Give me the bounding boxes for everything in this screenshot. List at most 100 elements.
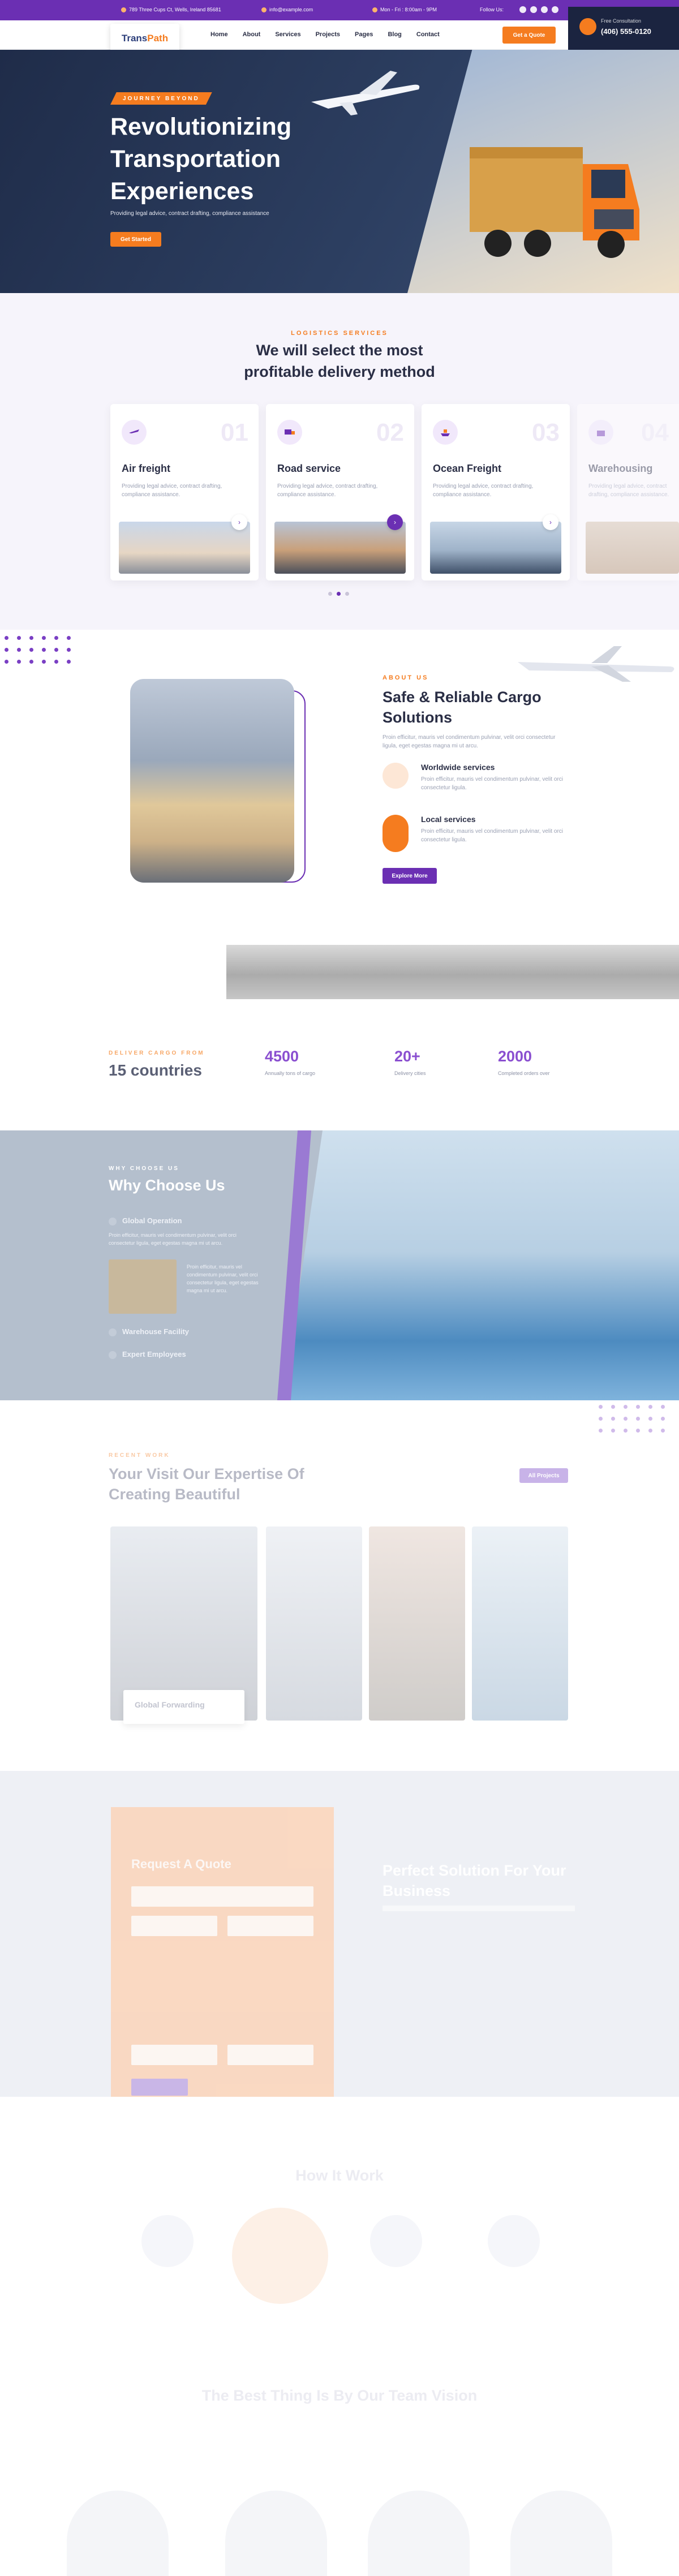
slider-dot[interactable] — [328, 592, 332, 596]
card-image — [430, 522, 561, 574]
arrow-icon[interactable]: › — [387, 514, 403, 530]
slider-dot[interactable] — [345, 592, 349, 596]
nav-contact[interactable]: Contact — [416, 31, 440, 38]
service-card[interactable]: 01 Air freight Providing legal advice, c… — [110, 404, 259, 580]
pinterest-icon[interactable] — [552, 6, 558, 13]
card-number: 04 — [641, 419, 669, 446]
call-label: Free Consultation — [601, 18, 642, 24]
clock-icon — [372, 7, 377, 12]
twitter-icon[interactable] — [541, 6, 548, 13]
globe-icon — [383, 763, 409, 789]
arrow-icon[interactable]: › — [231, 514, 247, 530]
team-member[interactable] — [67, 2491, 169, 2576]
slider-dot[interactable] — [337, 592, 341, 596]
stat-label: Completed orders over — [498, 1070, 550, 1076]
service-card[interactable]: 02 Road service Providing legal advice, … — [266, 404, 414, 580]
contact-right-text — [383, 1906, 575, 1911]
get-quote-button[interactable]: Get a Quote — [502, 27, 556, 44]
project-label[interactable]: Global Forwarding — [123, 1690, 244, 1724]
why-item[interactable]: Warehouse Facility — [109, 1327, 189, 1336]
card-title[interactable]: Air freight — [122, 463, 170, 475]
card-desc: Providing legal advice, contract draftin… — [122, 483, 222, 498]
nav-services[interactable]: Services — [275, 31, 300, 38]
why-title: Why Choose Us — [109, 1177, 225, 1194]
nav-blog[interactable]: Blog — [388, 31, 401, 38]
nav-pages[interactable]: Pages — [355, 31, 373, 38]
project-image[interactable] — [472, 1526, 568, 1721]
follow-label: Follow Us: — [480, 7, 504, 12]
why-item[interactable]: Global Operation — [109, 1216, 182, 1225]
card-title[interactable]: Ocean Freight — [433, 463, 501, 475]
local-service-icon — [383, 815, 409, 852]
cargo-ship-image — [283, 1130, 679, 1400]
about-title: Safe & Reliable Cargo Solutions — [383, 689, 542, 726]
card-title[interactable]: Road service — [277, 463, 341, 475]
explore-more-button[interactable]: Explore More — [383, 868, 437, 884]
get-started-button[interactable]: Get Started — [110, 232, 161, 247]
countries-count: 15 countries — [109, 1061, 202, 1079]
plus-icon — [109, 1328, 117, 1336]
plus-icon — [109, 1351, 117, 1359]
team-member[interactable] — [368, 2491, 470, 2576]
arrow-icon[interactable]: › — [543, 514, 558, 530]
phone-field[interactable] — [227, 1916, 313, 1936]
services-title: We will select the most profitable deliv… — [244, 342, 435, 380]
submit-button[interactable] — [131, 2079, 188, 2096]
services-eyebrow: LOGISTICS SERVICES — [291, 330, 388, 337]
step-icon — [232, 2208, 328, 2304]
warehouse-icon — [588, 420, 613, 445]
call-box[interactable]: Free Consultation (406) 555-0120 — [568, 7, 679, 52]
instagram-icon[interactable] — [530, 6, 537, 13]
card-image — [274, 522, 406, 574]
why-choose-section: WHY CHOOSE US Why Choose Us Global Opera… — [0, 1130, 679, 1400]
why-side-text: Proin efficitur, mauris vel condimentum … — [187, 1264, 259, 1293]
contact-right-title: Perfect Solution For Your Business — [383, 1862, 566, 1899]
card-image — [586, 522, 679, 574]
social-links — [519, 6, 558, 13]
service-card[interactable]: 03 Ocean Freight Providing legal advice,… — [422, 404, 570, 580]
card-number: 02 — [376, 419, 404, 446]
project-image[interactable] — [369, 1526, 465, 1721]
card-title[interactable]: Warehousing — [588, 463, 652, 475]
step-icon — [370, 2215, 422, 2267]
email-info[interactable]: info@example.com — [261, 7, 313, 12]
freight-field[interactable] — [227, 2045, 313, 2065]
team-member[interactable] — [510, 2491, 612, 2576]
nav-projects[interactable]: Projects — [316, 31, 340, 38]
hero-subtitle: Providing legal advice, contract draftin… — [110, 210, 269, 217]
nav-home[interactable]: Home — [210, 31, 228, 38]
card-desc: Providing legal advice, contract draftin… — [433, 483, 534, 498]
card-desc: Providing legal advice, contract draftin… — [277, 483, 378, 498]
main-nav: Home About Services Projects Pages Blog … — [210, 31, 440, 38]
city-field[interactable] — [131, 2045, 217, 2065]
nav-about[interactable]: About — [243, 31, 261, 38]
hero-eyebrow: JOURNEY BEYOND — [110, 92, 212, 105]
airplane-image — [518, 646, 674, 682]
facebook-icon[interactable] — [519, 6, 526, 13]
stat-label: Annually tons of cargo — [265, 1070, 316, 1076]
worker-image — [109, 1259, 177, 1314]
decor-dot-grid — [5, 636, 71, 664]
team-member[interactable] — [225, 2491, 327, 2576]
about-text: Proin efficitur, mauris vel condimentum … — [383, 734, 556, 749]
stat-value: 20+ — [394, 1048, 420, 1065]
about-eyebrow: ABOUT US — [383, 674, 429, 681]
why-item[interactable]: Expert Employees — [109, 1350, 186, 1359]
feature-desc: Proin efficitur, mauris vel condimentum … — [421, 828, 564, 843]
logo-accent: Path — [147, 33, 169, 44]
name-field[interactable] — [131, 1886, 313, 1907]
project-image[interactable] — [266, 1526, 362, 1721]
about-image — [130, 679, 294, 883]
how-title: How It Work — [295, 2167, 384, 2184]
email-field[interactable] — [131, 1916, 217, 1936]
logo[interactable]: TransPath — [110, 24, 179, 53]
truck-image — [470, 147, 639, 258]
truck-icon — [277, 420, 302, 445]
all-projects-button[interactable]: All Projects — [519, 1468, 568, 1483]
stats-eyebrow: DELIVER CARGO FROM — [109, 1050, 205, 1056]
card-image — [119, 522, 250, 574]
card-number: 01 — [221, 419, 248, 446]
call-number: (406) 555-0120 — [601, 27, 651, 36]
service-card[interactable]: 04 Warehousing Providing legal advice, c… — [577, 404, 679, 580]
team-section: The Best Thing Is By Our Team Vision — [0, 2312, 679, 2576]
